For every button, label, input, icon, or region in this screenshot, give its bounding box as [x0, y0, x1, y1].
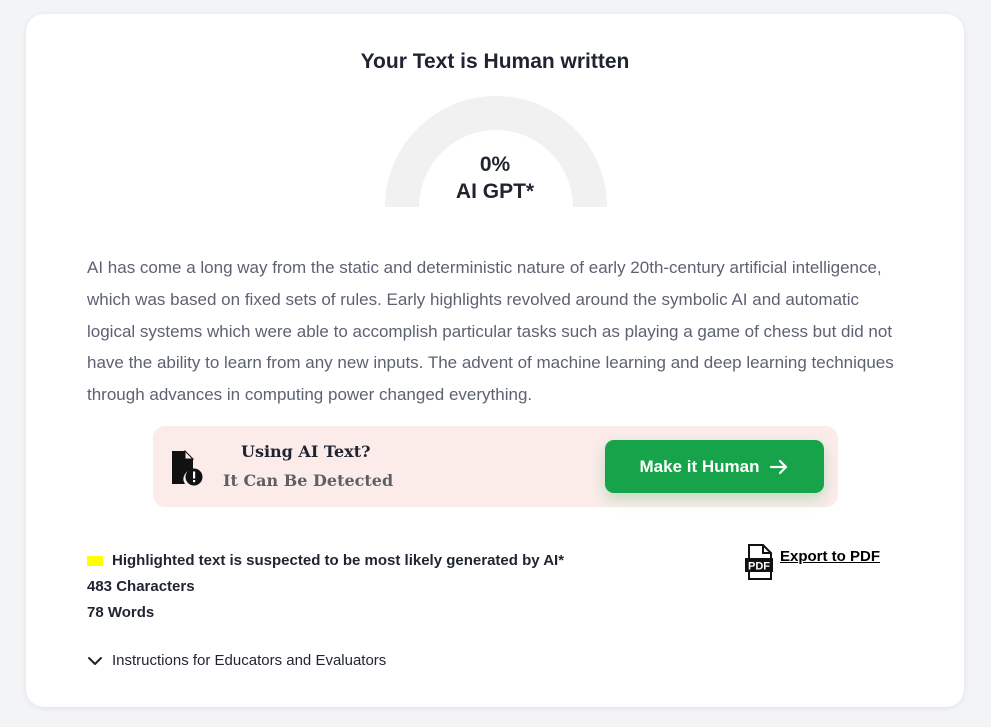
promo-title: Using AI Text?: [241, 442, 371, 461]
pdf-icon-text: PDF: [748, 561, 770, 573]
legend-text: Highlighted text is suspected to be most…: [112, 552, 565, 569]
ai-label: AI GPT*: [455, 180, 535, 203]
chevron-down-icon: [88, 656, 102, 665]
make-human-banner: Using AI Text? It Can Be Detected Make i…: [153, 426, 838, 507]
result-title: Your Text is Human written: [360, 50, 630, 73]
highlight-legend: Highlighted text is suspected to be most…: [87, 552, 564, 569]
document-alert-icon: [172, 450, 203, 486]
export-pdf-link[interactable]: PDF Export to PDF: [744, 544, 880, 580]
result-card: Your Text is Human written 0% AI GPT* AI…: [26, 14, 964, 707]
make-it-human-label: Make it Human: [639, 456, 760, 476]
word-count: 78 Words: [87, 604, 155, 621]
instructions-label: Instructions for Educators and Evaluator…: [112, 652, 387, 669]
instructions-toggle[interactable]: Instructions for Educators and Evaluator…: [87, 652, 386, 669]
make-it-human-button[interactable]: Make it Human: [605, 440, 824, 493]
pdf-file-icon: PDF: [745, 544, 773, 580]
character-count: 483 Characters: [87, 578, 195, 595]
promo-subtitle: It Can Be Detected: [223, 471, 394, 490]
highlight-swatch: [87, 555, 103, 566]
arrow-right-icon: [770, 459, 788, 474]
export-pdf-label: Export to PDF: [780, 548, 880, 565]
ai-percent: 0%: [479, 153, 511, 176]
analyzed-text: AI has come a long way from the static a…: [87, 258, 894, 405]
